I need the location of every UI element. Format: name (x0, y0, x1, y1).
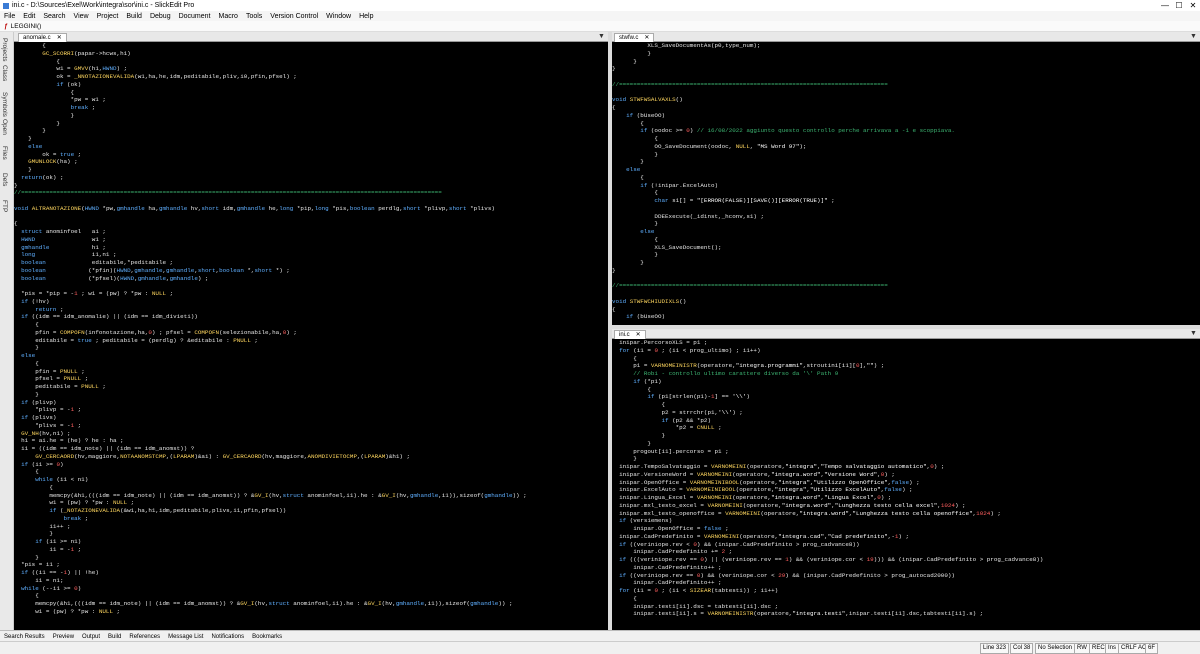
menu-project[interactable]: Project (93, 13, 123, 20)
menu-build[interactable]: Build (122, 13, 146, 20)
editor-bottom-right[interactable]: inipar.PercorsoXLS = p1 ; for (i1 = 0 ; … (612, 339, 1200, 630)
minimize-button[interactable]: — (1158, 1, 1172, 10)
menu-help[interactable]: Help (355, 13, 377, 20)
sidebar-tab-symbols[interactable]: Symbols (1, 92, 8, 117)
editor-left[interactable]: { GC_SCORRI(papar->hcws,h1) { w1 = GMVV(… (14, 42, 608, 630)
tool-tab-message-list[interactable]: Message List (164, 634, 207, 640)
tab-stwfw-c[interactable]: stwfw.c ✕ (614, 33, 655, 42)
menu-bar: File Edit Search View Project Build Debug Docum… (0, 11, 1200, 21)
menu-window[interactable]: Window (322, 13, 355, 20)
editor-top-right[interactable]: XLS_SaveDocumentAs(p0,type_num); } } } /… (612, 42, 1200, 325)
tab-ini-c[interactable]: ini.c ✕ (614, 330, 646, 339)
tab-label: ini.c (619, 332, 630, 338)
top-right-tabstrip: stwfw.c ✕ ▼ (612, 32, 1200, 42)
function-icon: ƒ (4, 22, 8, 30)
tab-label: stwfw.c (619, 35, 639, 41)
tool-sidebar: Projects Class Symbols Open Files Defs FTP (0, 32, 14, 630)
chevron-down-icon[interactable]: ▼ (1190, 32, 1197, 41)
status-ins[interactable]: Ins (1105, 643, 1120, 654)
close-icon[interactable]: ✕ (644, 35, 649, 41)
bottom-right-tabstrip: ini.c ✕ ▼ (612, 329, 1200, 339)
menu-file[interactable]: File (0, 13, 19, 20)
left-tabstrip: anomale.c ✕ ▼ (14, 32, 608, 42)
close-icon[interactable]: ✕ (57, 35, 62, 41)
tool-tab-build[interactable]: Build (104, 634, 125, 640)
status-hex: 6F (1145, 643, 1159, 654)
tab-label: anomale.c (23, 35, 51, 41)
chevron-down-icon[interactable]: ▼ (1190, 329, 1197, 338)
menu-view[interactable]: View (70, 13, 93, 20)
menu-document[interactable]: Document (175, 13, 215, 20)
maximize-button[interactable]: ☐ (1172, 1, 1186, 10)
status-line: Line 323 (980, 643, 1010, 654)
chevron-down-icon[interactable]: ▼ (598, 32, 605, 41)
code-view-top-right[interactable]: XLS_SaveDocumentAs(p0,type_num); } } } /… (612, 42, 1200, 321)
tool-tab-notifications[interactable]: Notifications (207, 634, 248, 640)
tool-tab-preview[interactable]: Preview (49, 634, 78, 640)
sidebar-tab-defs[interactable]: Defs (1, 173, 8, 186)
menu-debug[interactable]: Debug (146, 13, 175, 20)
menu-macro[interactable]: Macro (215, 13, 242, 20)
toolbar: ƒ LEGGINI() (0, 21, 1200, 32)
close-icon[interactable]: ✕ (636, 332, 641, 338)
sidebar-tab-ftp[interactable]: FTP (1, 200, 8, 212)
tool-tab-references[interactable]: References (125, 634, 164, 640)
menu-version-control[interactable]: Version Control (266, 13, 322, 20)
code-view-bottom-right[interactable]: inipar.PercorsoXLS = p1 ; for (i1 = 0 ; … (612, 339, 1200, 618)
title-bar: ini.c - D:\Sources\Exel\Work\integra\sor… (0, 0, 1200, 11)
tool-tab-output[interactable]: Output (78, 634, 104, 640)
status-selection: No Selection (1035, 643, 1076, 654)
sidebar-tab-open[interactable]: Open (1, 119, 8, 135)
status-bar: Line 323 Col 38 No Selection RW REC Ins … (0, 641, 1200, 654)
app-icon (3, 2, 9, 9)
menu-edit[interactable]: Edit (19, 13, 39, 20)
close-button[interactable]: ✕ (1186, 1, 1200, 10)
tool-tab-bookmarks[interactable]: Bookmarks (248, 634, 286, 640)
window-title: ini.c - D:\Sources\Exel\Work\integra\sor… (12, 2, 195, 9)
code-view-left[interactable]: { GC_SCORRI(papar->hcws,h1) { w1 = GMVV(… (14, 42, 608, 616)
sidebar-tab-projects[interactable]: Projects (1, 38, 8, 61)
tab-anomale-c[interactable]: anomale.c ✕ (18, 33, 67, 42)
menu-tools[interactable]: Tools (242, 13, 266, 20)
status-col: Col 38 (1010, 643, 1034, 654)
current-function[interactable]: LEGGINI() (11, 23, 42, 30)
status-rw[interactable]: RW (1074, 643, 1090, 654)
sidebar-tab-files[interactable]: Files (1, 146, 8, 160)
menu-search[interactable]: Search (39, 13, 69, 20)
sidebar-tab-class[interactable]: Class (1, 65, 8, 81)
tool-tab-search-results[interactable]: Search Results (0, 634, 49, 640)
